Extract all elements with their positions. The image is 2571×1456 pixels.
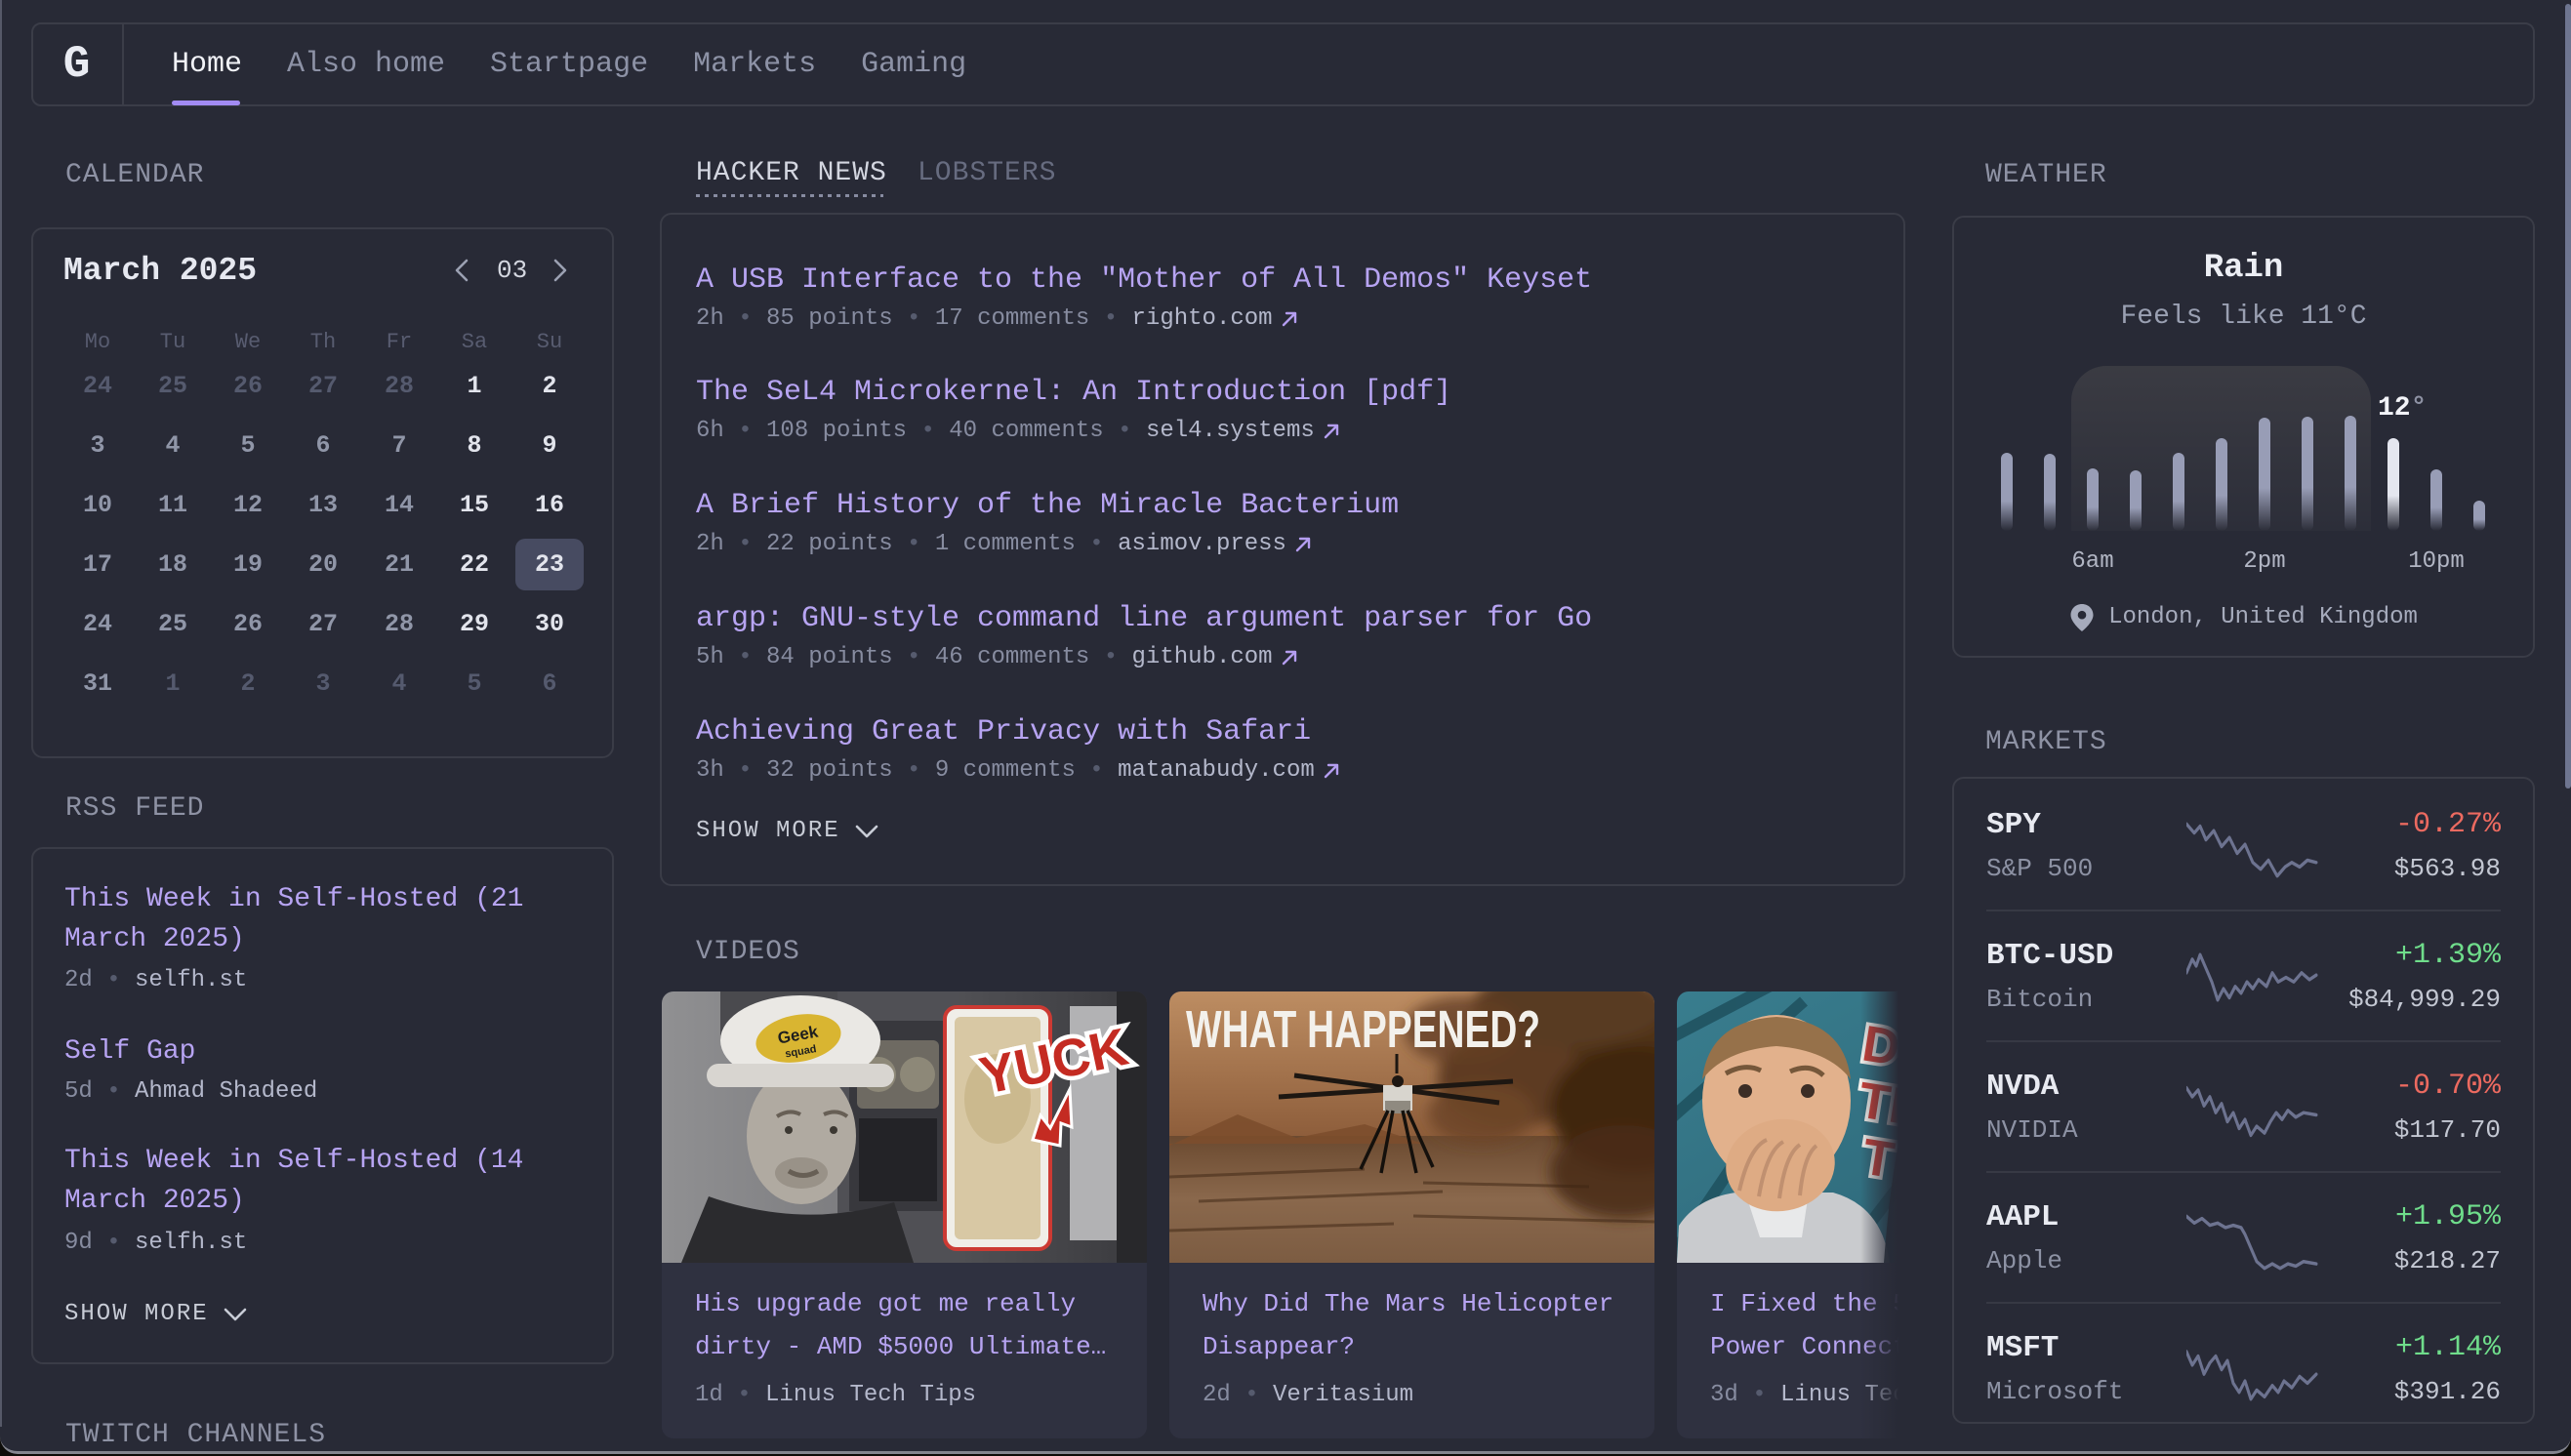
svg-text:WHAT HAPPENED?: WHAT HAPPENED?: [1186, 1000, 1540, 1059]
